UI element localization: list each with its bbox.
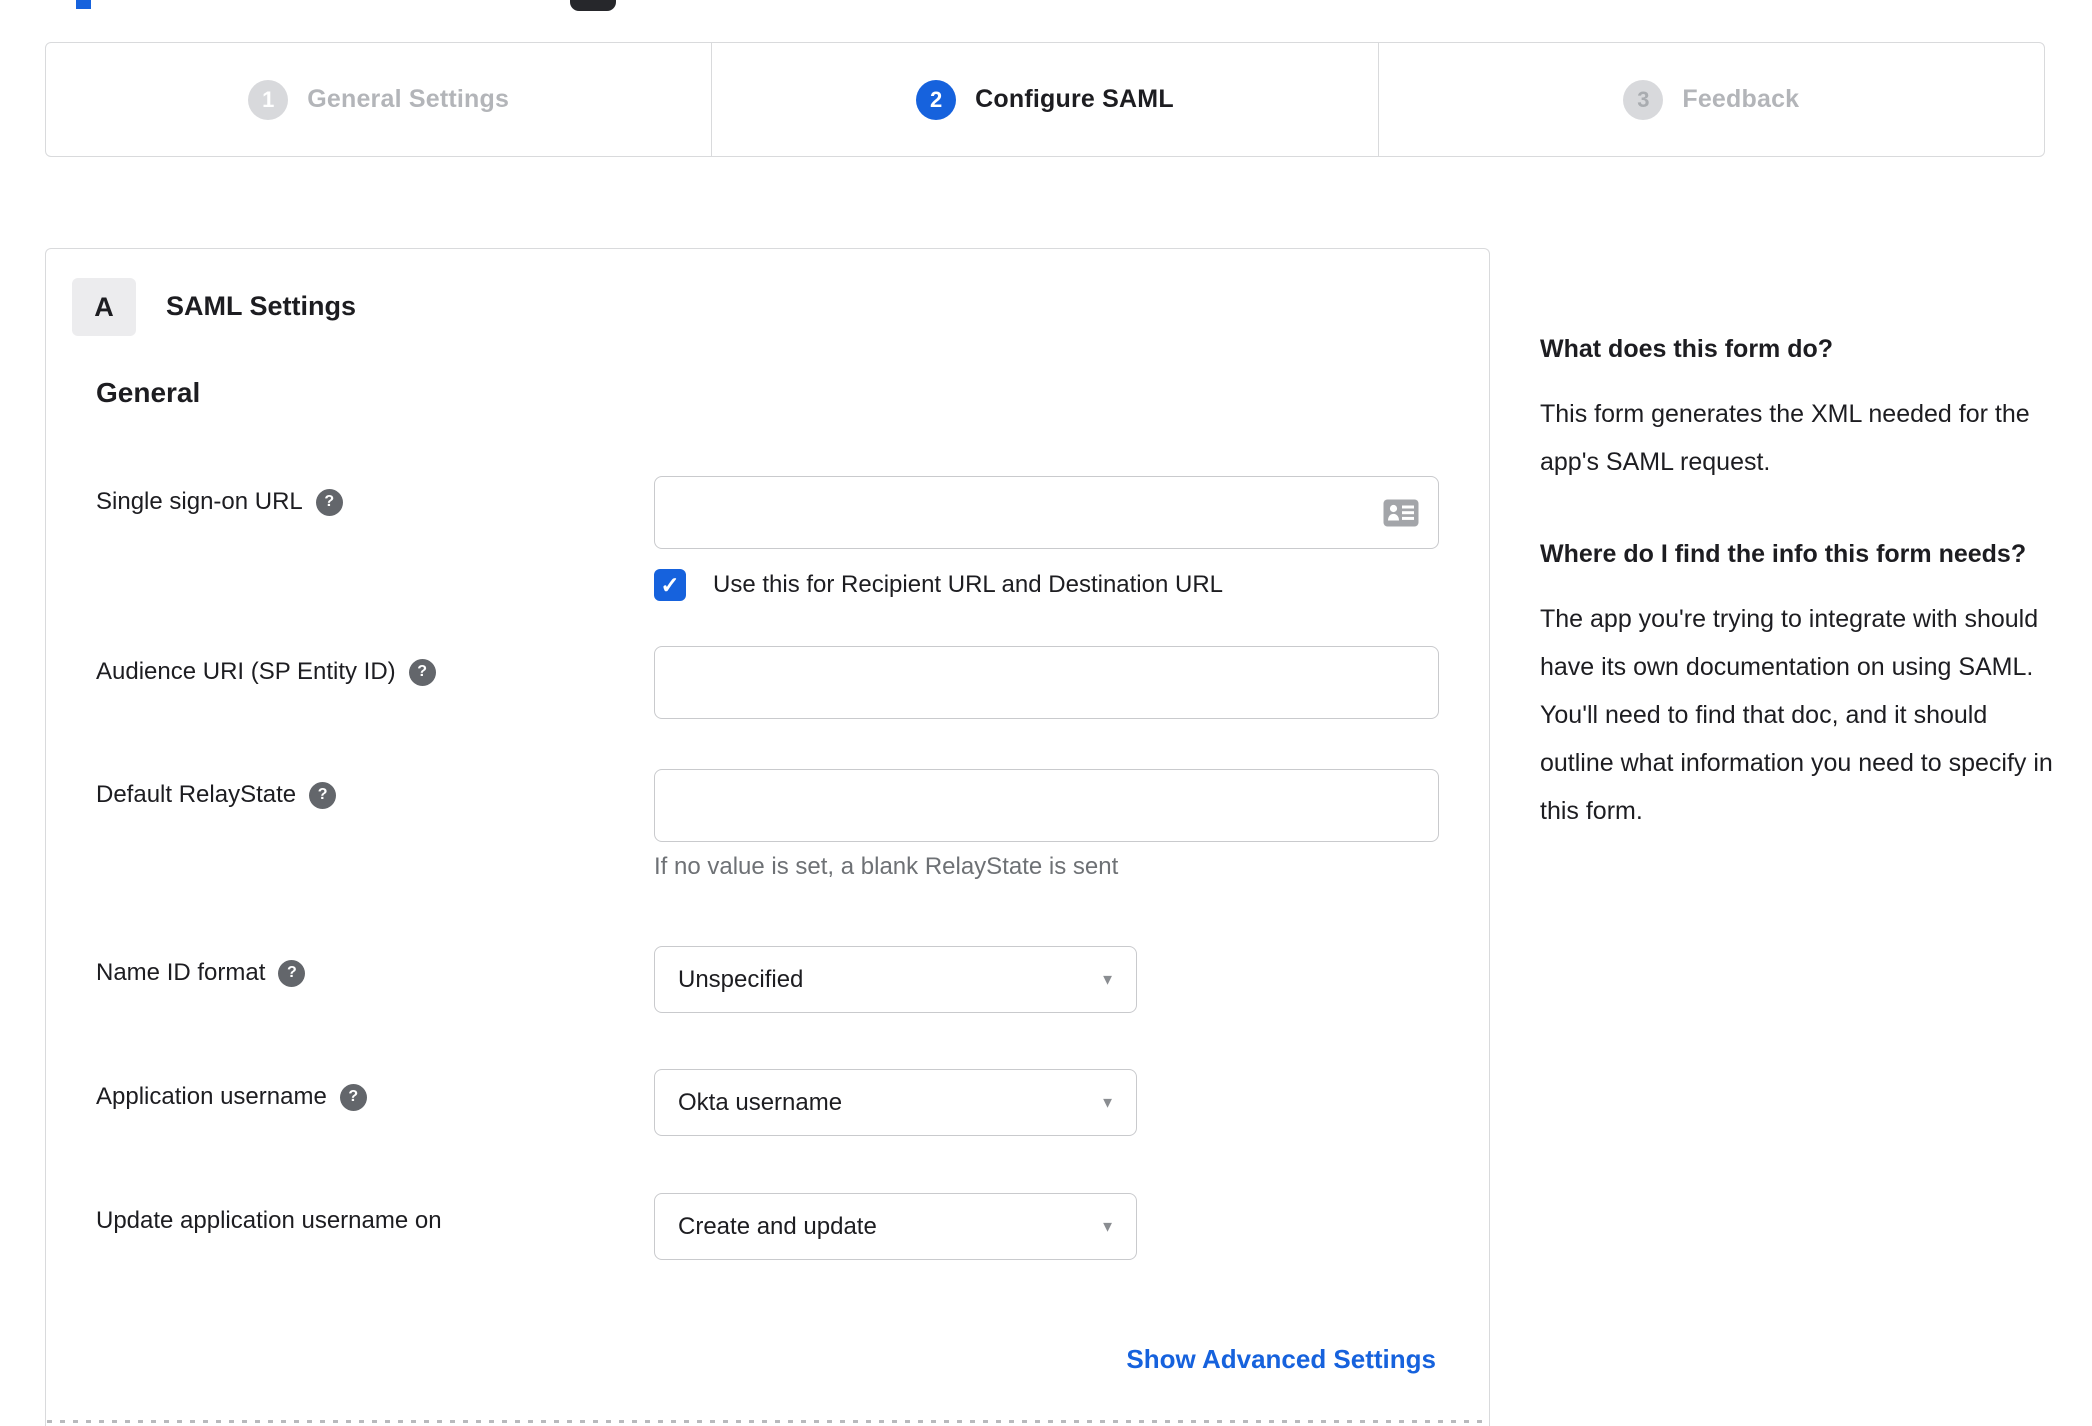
- dropdown-caret-icon: ▼: [1100, 1218, 1115, 1235]
- application-username-value: Okta username: [678, 1088, 843, 1116]
- wizard-step-configure-saml[interactable]: 2 Configure SAML: [711, 43, 1377, 156]
- help-q1-body: This form generates the XML needed for t…: [1540, 400, 2030, 476]
- name-id-format-help-icon[interactable]: ?: [278, 959, 306, 987]
- application-username-label: Application username ?: [96, 1083, 367, 1111]
- audience-uri-label: Audience URI (SP Entity ID) ?: [96, 658, 436, 686]
- name-id-format-value: Unspecified: [678, 965, 804, 993]
- application-username-select[interactable]: Okta username ▼: [654, 1069, 1137, 1136]
- audience-uri-label-text: Audience URI (SP Entity ID): [96, 658, 396, 685]
- audience-uri-input[interactable]: [654, 646, 1439, 719]
- audience-uri-help-icon[interactable]: ?: [408, 658, 436, 686]
- wizard-step-feedback[interactable]: 3 Feedback: [1377, 43, 2044, 156]
- section-divider: [47, 1420, 1488, 1423]
- help-sidebar: What does this form do? This form genera…: [1540, 325, 2055, 835]
- step-3-label: Feedback: [1682, 85, 1800, 113]
- help-q2-body: The app you're trying to integrate with …: [1540, 605, 2053, 825]
- show-advanced-settings-link[interactable]: Show Advanced Settings: [1126, 1344, 1436, 1375]
- recipient-url-checkbox-row: ✓ Use this for Recipient URL and Destina…: [654, 569, 1223, 601]
- section-a-badge: A: [72, 278, 136, 336]
- recipient-url-checkbox[interactable]: ✓: [654, 569, 686, 601]
- saml-settings-panel: A SAML Settings General Single sign-on U…: [45, 248, 1490, 1426]
- sso-url-label-text: Single sign-on URL: [96, 488, 303, 515]
- help-q1-title: What does this form do?: [1540, 335, 1834, 363]
- recipient-url-checkbox-label: Use this for Recipient URL and Destinati…: [713, 571, 1224, 598]
- name-id-format-label-text: Name ID format: [96, 959, 266, 986]
- step-2-badge: 2: [916, 79, 957, 120]
- default-relaystate-hint: If no value is set, a blank RelayState i…: [654, 853, 1119, 880]
- sso-url-input-wrap: [654, 476, 1439, 549]
- sso-url-help-icon[interactable]: ?: [315, 488, 343, 516]
- update-app-username-select[interactable]: Create and update ▼: [654, 1193, 1137, 1260]
- step-1-badge: 1: [248, 79, 289, 120]
- cutoff-header-logo: [570, 0, 616, 11]
- application-username-help-icon[interactable]: ?: [339, 1083, 367, 1111]
- update-app-username-label: Update application username on: [96, 1207, 442, 1235]
- general-group-title: General: [96, 377, 201, 408]
- dropdown-caret-icon: ▼: [1100, 971, 1115, 988]
- dropdown-caret-icon: ▼: [1100, 1094, 1115, 1111]
- application-username-label-text: Application username: [96, 1083, 327, 1110]
- step-3-badge: 3: [1623, 79, 1664, 120]
- default-relaystate-input[interactable]: [654, 769, 1439, 842]
- section-title: SAML Settings: [166, 291, 357, 321]
- step-1-label: General Settings: [307, 85, 510, 113]
- wizard-step-general-settings[interactable]: 1 General Settings: [46, 43, 711, 156]
- update-app-username-label-text: Update application username on: [96, 1207, 442, 1234]
- sso-url-input[interactable]: [654, 476, 1439, 549]
- name-id-format-label: Name ID format ?: [96, 959, 306, 987]
- name-id-format-select[interactable]: Unspecified ▼: [654, 946, 1137, 1013]
- default-relaystate-help-icon[interactable]: ?: [309, 781, 337, 809]
- configure-saml-page: 1 General Settings 2 Configure SAML 3 Fe…: [0, 0, 2092, 1426]
- help-q2-title: Where do I find the info this form needs…: [1540, 540, 2027, 568]
- default-relaystate-label: Default RelayState ?: [96, 781, 337, 809]
- sso-url-label: Single sign-on URL ?: [96, 488, 343, 516]
- wizard-steps: 1 General Settings 2 Configure SAML 3 Fe…: [45, 42, 2045, 157]
- update-app-username-value: Create and update: [678, 1212, 877, 1240]
- contact-card-icon[interactable]: [1383, 499, 1419, 527]
- default-relaystate-label-text: Default RelayState: [96, 781, 297, 808]
- step-2-label: Configure SAML: [975, 85, 1174, 113]
- cutoff-header-accent: [76, 0, 91, 9]
